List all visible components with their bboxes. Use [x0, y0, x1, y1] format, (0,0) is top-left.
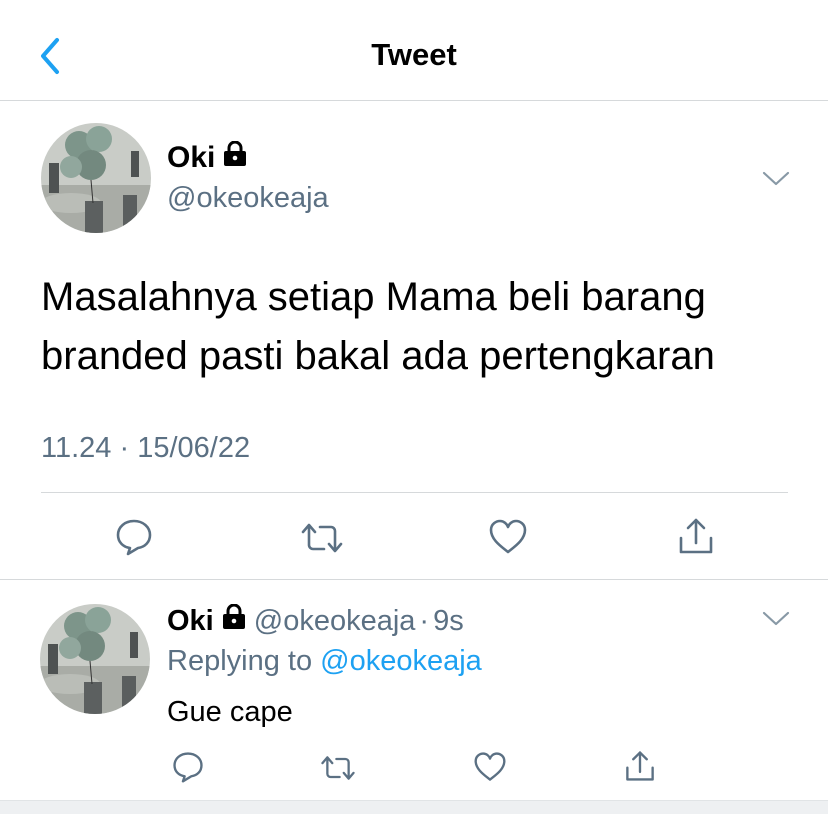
comment-icon: [173, 752, 203, 783]
heart-icon: [489, 519, 527, 554]
bottom-divider: [0, 800, 828, 814]
divider: [41, 492, 788, 493]
comment-icon: [116, 519, 152, 556]
share-icon: [679, 518, 713, 554]
lock-icon: [222, 603, 246, 639]
retweet-button[interactable]: [297, 516, 347, 560]
share-icon: [626, 751, 654, 781]
share-button[interactable]: [672, 512, 720, 560]
reply-share-button[interactable]: [620, 746, 660, 786]
reply-time: 9s: [433, 605, 464, 637]
chevron-down-icon: [762, 611, 790, 626]
author-name-text: Oki: [167, 141, 216, 174]
author-handle[interactable]: @okeokeaja: [167, 181, 329, 215]
lock-icon: [223, 140, 247, 175]
replying-to-prefix: Replying to: [167, 645, 313, 677]
chevron-down-icon: [762, 171, 790, 186]
reply-author-handle[interactable]: @okeokeaja: [254, 603, 416, 639]
reply-header: Oki @okeokeaja · 9s: [167, 603, 464, 639]
nav-bar: Tweet: [0, 0, 828, 101]
like-button[interactable]: [484, 514, 532, 560]
reply-reply-button[interactable]: [168, 748, 208, 786]
divider: [0, 579, 828, 580]
heart-icon: [474, 752, 506, 781]
reply-menu-button[interactable]: [756, 602, 796, 636]
reply-button[interactable]: [110, 514, 158, 560]
retweet-icon: [321, 756, 355, 780]
avatar[interactable]: [41, 123, 151, 233]
author-name[interactable]: Oki: [167, 140, 247, 175]
reply-author-name[interactable]: Oki: [167, 603, 214, 639]
replying-to: Replying to @okeokeaja: [167, 643, 482, 679]
replying-to-link[interactable]: @okeokeaja: [320, 645, 482, 677]
tweet-menu-button[interactable]: [756, 162, 796, 196]
reply-text: Gue cape: [167, 696, 293, 728]
reply-retweet-button[interactable]: [317, 750, 359, 786]
tweet-text: Masalahnya setiap Mama beli barang brand…: [41, 275, 715, 378]
separator-dot: ·: [419, 605, 430, 637]
page-title: Tweet: [371, 37, 457, 72]
reply-like-button[interactable]: [470, 748, 510, 786]
tweet-timestamp: 11.24 · 15/06/22: [41, 432, 251, 464]
avatar[interactable]: [40, 604, 150, 714]
retweet-icon: [301, 523, 343, 553]
